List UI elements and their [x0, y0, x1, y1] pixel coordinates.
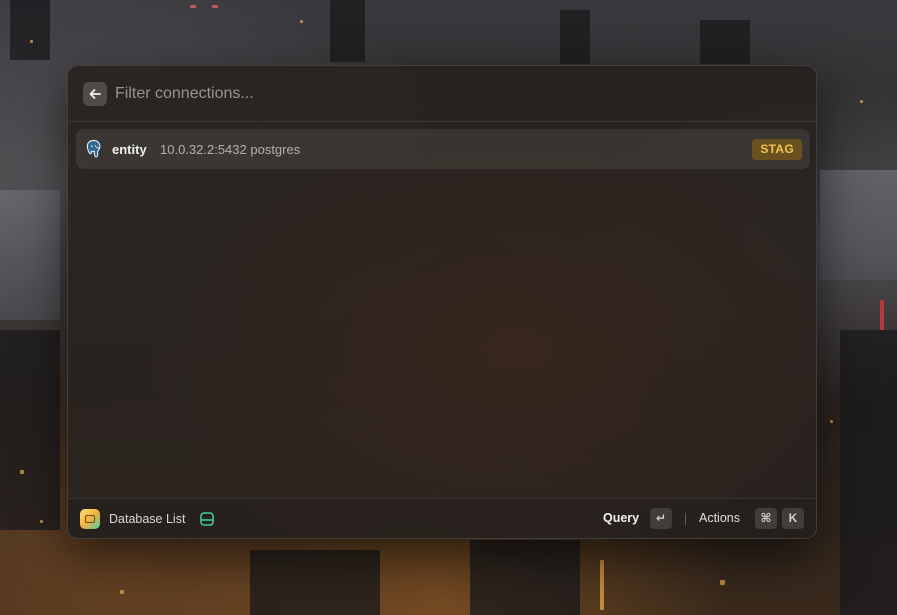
search-bar	[68, 66, 816, 122]
building	[470, 540, 580, 615]
light	[880, 300, 884, 330]
building	[250, 550, 380, 615]
environment-badge: STAG	[752, 139, 802, 160]
river-right	[820, 170, 897, 280]
light	[830, 420, 833, 423]
building	[840, 330, 897, 615]
command-key-shortcut: ⌘	[755, 508, 777, 529]
actions-button[interactable]: Actions	[699, 511, 740, 525]
light	[120, 590, 124, 594]
filter-connections-input[interactable]	[115, 80, 775, 108]
connection-item-entity[interactable]: entity 10.0.32.2:5432 postgres STAG	[76, 129, 810, 169]
light	[300, 20, 303, 23]
connection-list: entity 10.0.32.2:5432 postgres STAG	[76, 129, 810, 169]
light	[720, 580, 725, 585]
connection-address: 10.0.32.2:5432 postgres	[160, 142, 301, 157]
light	[40, 520, 43, 523]
footer-separator	[685, 513, 686, 525]
building	[560, 10, 590, 64]
light	[860, 100, 863, 103]
arrow-left-icon	[89, 89, 101, 99]
postgres-elephant-icon	[86, 139, 101, 158]
building	[10, 0, 50, 60]
connection-name: entity	[112, 142, 147, 157]
back-button[interactable]	[83, 82, 107, 106]
light	[30, 40, 33, 43]
footer-bar: Database List Query ↵ Actions ⌘ K	[68, 498, 816, 538]
k-key-shortcut: K	[782, 508, 804, 529]
river-left	[0, 190, 60, 320]
building	[0, 330, 60, 530]
light	[600, 560, 604, 610]
light	[190, 5, 196, 8]
return-key-shortcut: ↵	[650, 508, 672, 529]
tableplus-app-icon	[80, 509, 100, 529]
launcher-window: entity 10.0.32.2:5432 postgres STAG Data…	[67, 65, 817, 539]
query-action-button[interactable]: Query	[603, 511, 639, 525]
light	[212, 5, 218, 8]
building	[330, 0, 365, 62]
light	[20, 470, 24, 474]
database-icon	[200, 512, 214, 526]
building	[700, 20, 750, 64]
footer-title: Database List	[109, 512, 186, 526]
